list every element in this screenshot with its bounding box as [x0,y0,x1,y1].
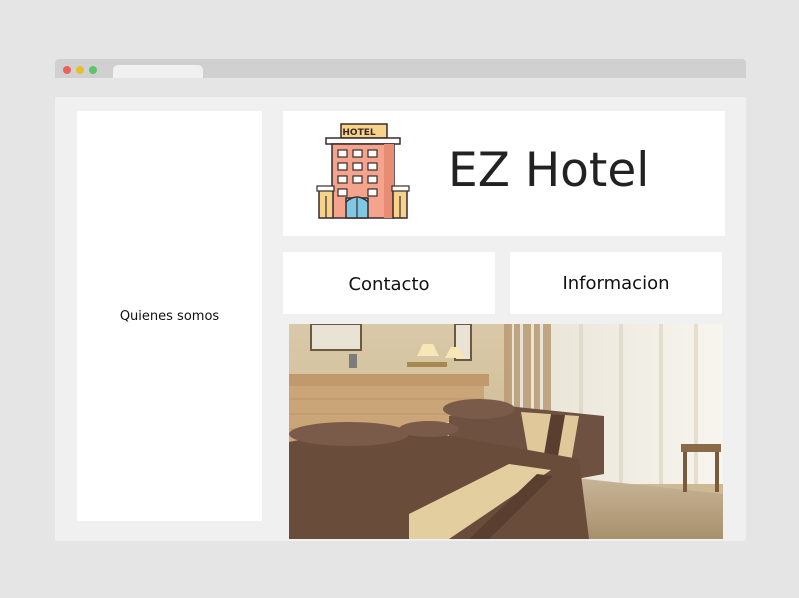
site-header: HOTEL EZ Hotel [283,111,725,236]
browser-tab[interactable] [113,65,203,78]
page-viewport: Quienes somos HOTEL EZ Hotel Contacto In… [55,97,746,541]
site-title: EZ Hotel [448,143,650,198]
hero-room-image [289,324,723,539]
browser-toolbar [55,59,746,78]
window-minimize-dot[interactable] [76,66,84,74]
window-maximize-dot[interactable] [89,66,97,74]
hotel-sign-text: HOTEL [342,128,375,138]
nav-informacion-button[interactable]: Informacion [510,252,722,314]
sidebar: Quienes somos [77,111,262,521]
hotel-room-photo [289,324,723,539]
nav-contacto-button[interactable]: Contacto [283,252,495,314]
sidebar-about-link[interactable]: Quienes somos [120,309,219,324]
hotel-building-icon: HOTEL [316,123,410,219]
window-close-dot[interactable] [63,66,71,74]
